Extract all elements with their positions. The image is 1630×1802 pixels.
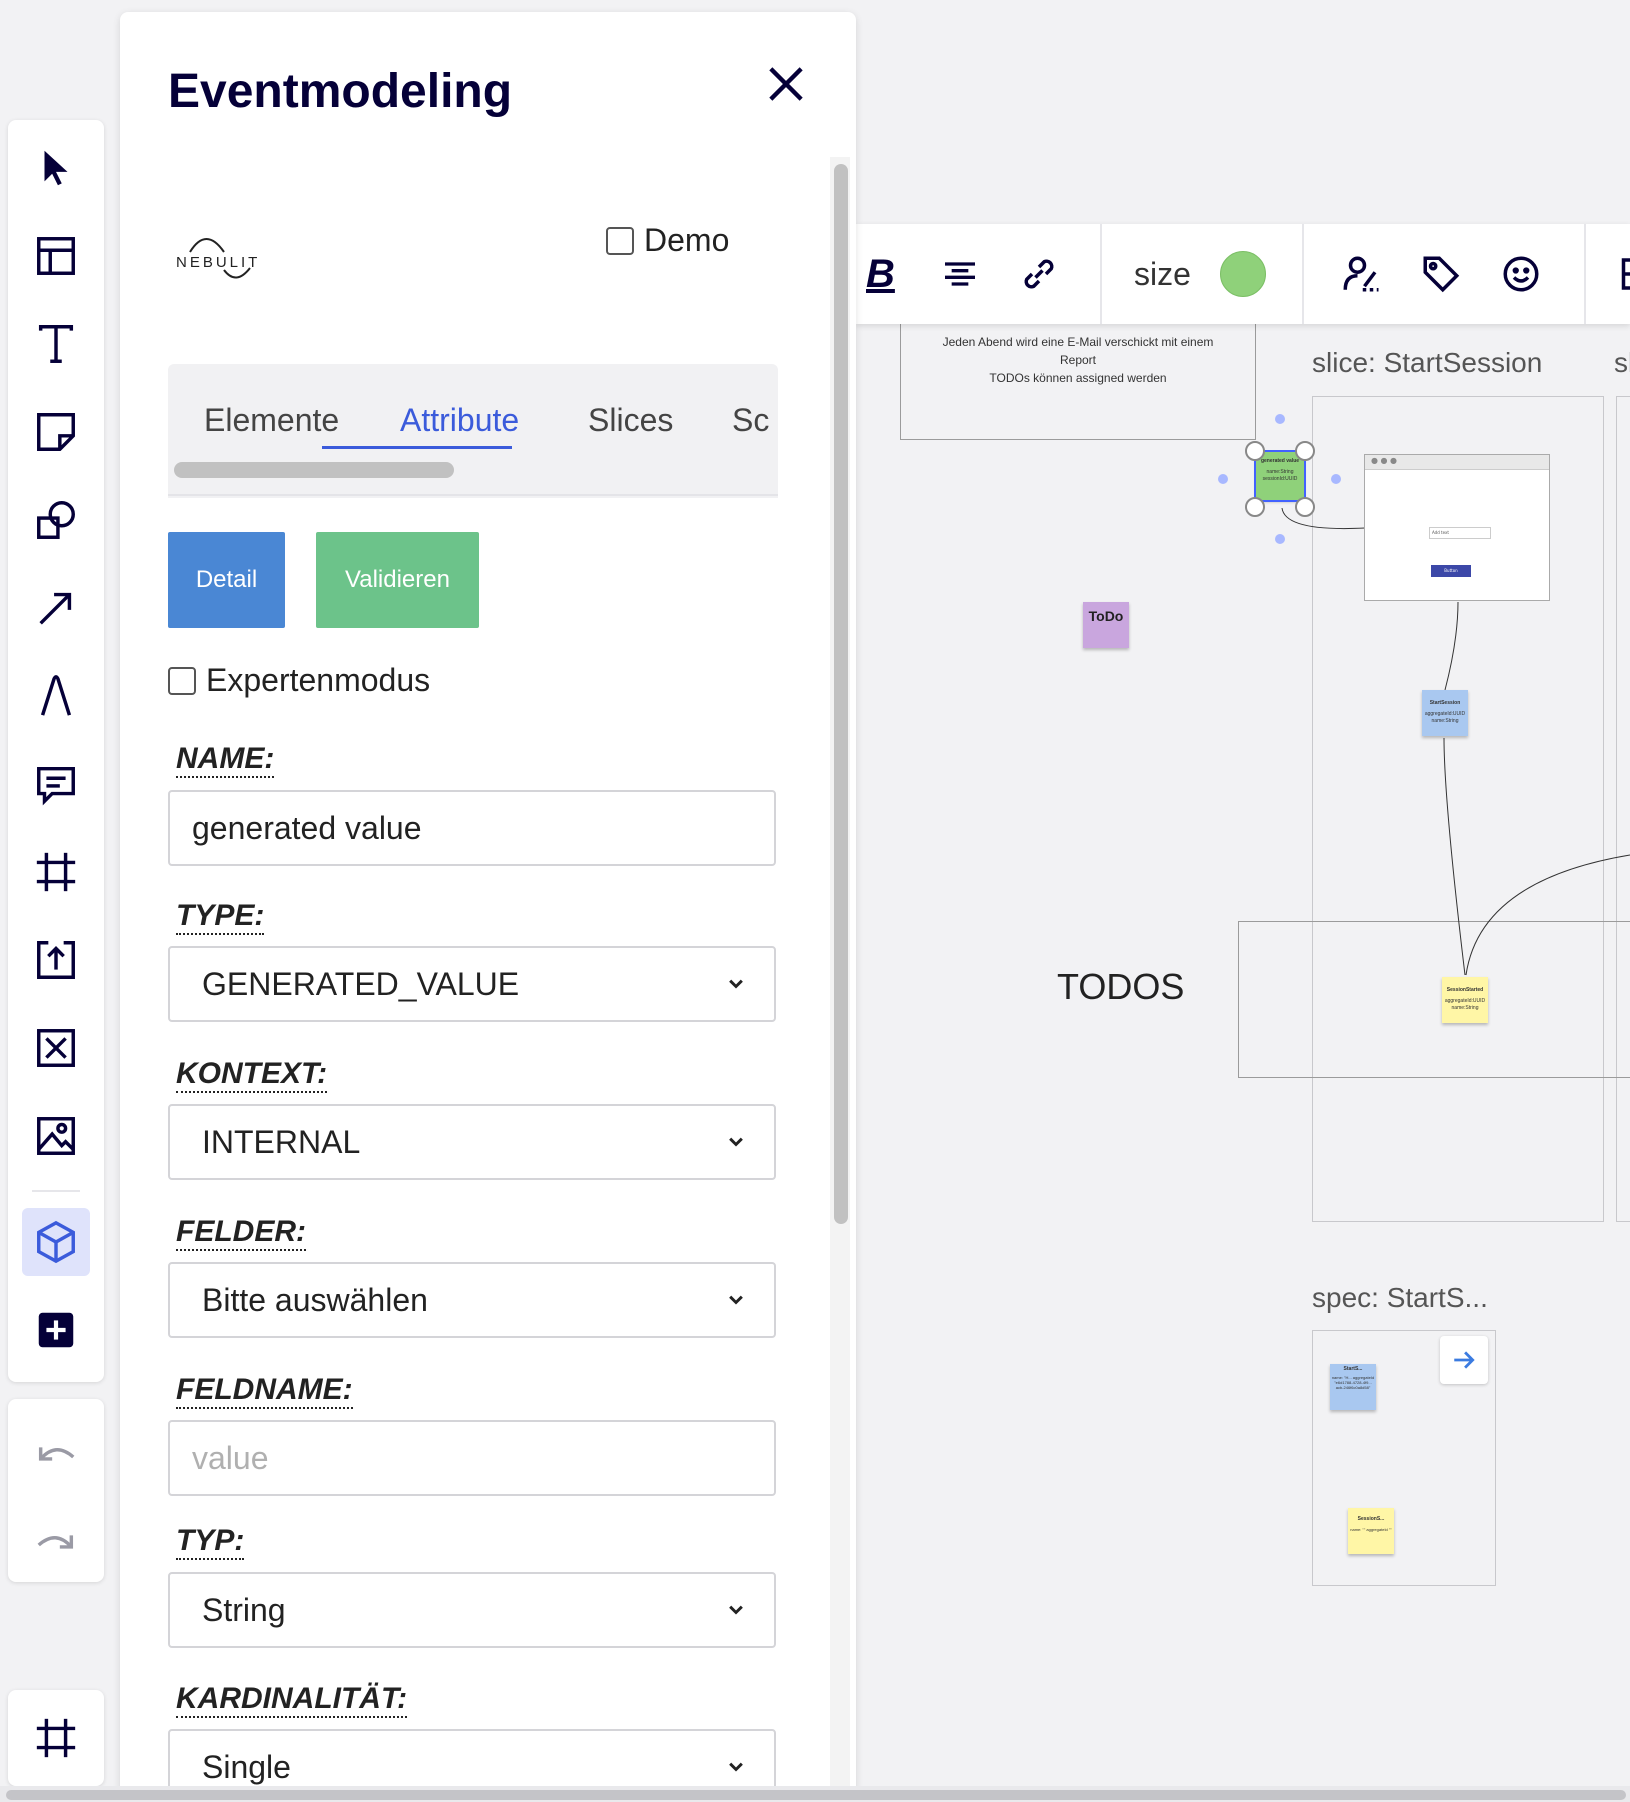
- chevron-down-icon: [729, 1605, 743, 1615]
- active-tab-indicator: [322, 446, 512, 449]
- validate-button[interactable]: Validieren: [316, 532, 479, 628]
- close-panel-button[interactable]: [760, 58, 812, 110]
- tag-button[interactable]: [1420, 251, 1462, 297]
- spec-open-button[interactable]: [1440, 1336, 1488, 1384]
- tab-sc[interactable]: Sc: [732, 402, 769, 439]
- detail-button[interactable]: Detail: [168, 532, 285, 628]
- reaction-button[interactable]: [1500, 251, 1542, 297]
- more-button[interactable]: [1612, 251, 1630, 297]
- typ-label: TYP:: [176, 1524, 245, 1560]
- context-label: KONTEXT:: [176, 1057, 328, 1093]
- color-picker-button[interactable]: [1220, 251, 1266, 297]
- demo-checkbox-row[interactable]: Demo: [606, 222, 729, 259]
- context-select[interactable]: INTERNAL: [168, 1104, 776, 1180]
- name-label: NAME:: [176, 742, 275, 778]
- command-sticky[interactable]: StartSession aggregateId:UUID name:Strin…: [1422, 690, 1468, 736]
- tab-scrollbar[interactable]: [174, 462, 454, 478]
- cardinality-select-value: Single: [202, 1748, 291, 1785]
- color-swatch: [1220, 251, 1266, 297]
- horizontal-scrollbar-thumb[interactable]: [6, 1790, 1626, 1800]
- event-sticky[interactable]: SessionStarted aggregateId:UUID name:Str…: [1442, 977, 1488, 1023]
- fields-select-value: Bitte auswählen: [202, 1281, 428, 1318]
- card-icon: [1621, 258, 1630, 290]
- context-select-value: INTERNAL: [202, 1123, 361, 1160]
- demo-label: Demo: [644, 222, 730, 258]
- tab-slices[interactable]: Slices: [588, 402, 673, 439]
- fieldname-input[interactable]: value: [168, 1420, 776, 1496]
- fields-label: FELDER:: [176, 1215, 306, 1251]
- type-select[interactable]: GENERATED_VALUE: [168, 946, 776, 1022]
- font-size-label: size: [1134, 255, 1191, 292]
- link-icon: [1024, 259, 1054, 289]
- nebulit-logo: NEBULIT: [172, 222, 272, 292]
- bold-button[interactable]: B: [866, 251, 895, 297]
- spec-command-sticky[interactable]: StartS... name: "H... aggregateId "e6d17…: [1330, 1364, 1376, 1410]
- todo-sticky[interactable]: ToDo: [1083, 602, 1129, 648]
- close-icon: [769, 67, 803, 101]
- sticky-title: StartS...: [1343, 1366, 1363, 1372]
- align-button[interactable]: [940, 251, 980, 297]
- tab-attribute[interactable]: Attribute: [400, 402, 519, 439]
- sticky-body: aggregateId:UUID name:String: [1424, 711, 1466, 724]
- tag-icon: [1423, 256, 1460, 293]
- tab-bar: Elemente Attribute Slices Sc: [168, 364, 778, 498]
- typ-select[interactable]: String: [168, 1572, 776, 1648]
- chevron-down-icon: [729, 1137, 743, 1147]
- sticky-title: SessionStarted: [1446, 987, 1484, 993]
- eventmodeling-panel: Eventmodeling NEBULIT Demo Elemente Attr…: [120, 12, 856, 1802]
- mockup-button: Button: [1431, 565, 1471, 577]
- demo-checkbox[interactable]: [606, 226, 634, 255]
- fieldname-label: FELDNAME:: [176, 1373, 353, 1409]
- user-assign-icon: [1343, 256, 1379, 292]
- sticky-body: aggregateId:UUID name:String: [1444, 998, 1486, 1011]
- name-input[interactable]: generated value: [168, 790, 776, 866]
- typ-select-value: String: [202, 1591, 286, 1628]
- type-select-value: GENERATED_VALUE: [202, 965, 520, 1002]
- fields-select[interactable]: Bitte auswählen: [168, 1262, 776, 1338]
- expert-mode-label: Expertenmodus: [206, 662, 431, 698]
- sticky-title: ToDo: [1088, 608, 1124, 624]
- mockup-titlebar: ● ● ●: [1365, 455, 1549, 470]
- sticky-title: StartSession: [1429, 700, 1461, 706]
- ui-mockup[interactable]: ● ● ● Add text Button: [1364, 454, 1550, 601]
- bold-icon: B: [866, 251, 895, 296]
- arrow-right-icon: [1454, 1351, 1475, 1369]
- chevron-down-icon: [729, 979, 743, 989]
- chevron-down-icon: [729, 1762, 743, 1772]
- sticky-title: SessionS...: [1357, 1516, 1385, 1522]
- sticky-body: name: "H... aggregateId "e6d1788-4728-4f…: [1331, 1375, 1375, 1390]
- link-button[interactable]: [1018, 251, 1060, 297]
- type-label: TYPE:: [176, 899, 265, 935]
- toolbar-separator: [1302, 224, 1304, 324]
- spec-title: spec: StartS...: [1312, 1282, 1488, 1313]
- assign-button[interactable]: [1340, 251, 1382, 297]
- toolbar-separator: [1584, 224, 1586, 324]
- logo-text: NEBULIT: [176, 254, 261, 271]
- selection-handles: [1218, 414, 1341, 544]
- mockup-field: Add text: [1429, 527, 1491, 539]
- cardinality-label: KARDINALITÄT:: [176, 1682, 408, 1718]
- expert-mode-checkbox[interactable]: [168, 666, 196, 695]
- panel-title: Eventmodeling: [168, 65, 513, 118]
- smiley-icon: [1503, 256, 1539, 292]
- toolbar-separator: [1100, 224, 1102, 324]
- panel-scrollbar-thumb[interactable]: [834, 164, 848, 1224]
- context-toolbar: B size: [856, 224, 1630, 324]
- tab-divider: [168, 494, 778, 496]
- spec-event-sticky[interactable]: SessionS... name: "" aggregateId "": [1348, 1508, 1394, 1554]
- chevron-down-icon: [729, 1295, 743, 1305]
- font-size-button[interactable]: size: [1134, 251, 1191, 297]
- sticky-body: name: "" aggregateId "": [1350, 1527, 1392, 1532]
- expert-mode-row[interactable]: Expertenmodus: [168, 662, 430, 699]
- align-center-icon: [945, 262, 975, 286]
- tab-elemente[interactable]: Elemente: [204, 402, 339, 439]
